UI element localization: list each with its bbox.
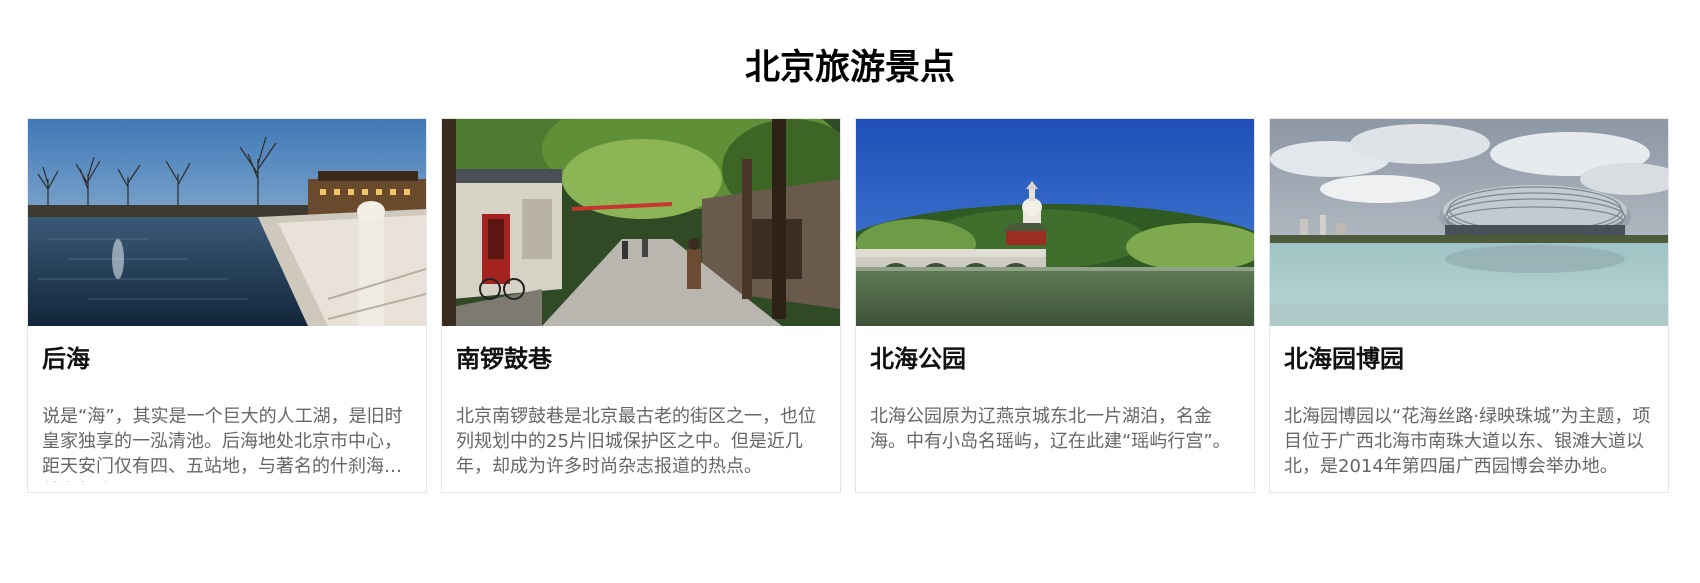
card-description: 北京南锣鼓巷是北京最古老的街区之一，也位列规划中的25片旧城保护区之中。但是近几… (456, 406, 816, 477)
card-description: 说是“海”，其实是一个巨大的人工湖，是旧时皇家独享的一泓清池。后海地处北京市中心… (42, 406, 403, 482)
card-beihai-expo-garden[interactable]: 北海园博园 北海园博园以“花海丝路·绿映珠城”为主题，项目位于广西北海市南珠大道… (1269, 118, 1669, 493)
card-description: 北海公园原为辽燕京城东北一片湖泊，名金海。中有小岛名瑶屿，辽在此建“瑶屿行宫”。 (870, 406, 1231, 452)
card-list: 后海 说是“海”，其实是一个巨大的人工湖，是旧时皇家独享的一泓清池。后海地处北京… (27, 118, 1673, 493)
page: 北京旅游景点 后海 说是“海”，其实是一个巨大的人工湖，是旧时皇家独享的一泓清池… (0, 0, 1700, 583)
card-nanluoguxiang[interactable]: 南锣鼓巷 北京南锣鼓巷是北京最古老的街区之一，也位列规划中的25片旧城保护区之中… (441, 118, 841, 493)
card-description: 北海园博园以“花海丝路·绿映珠城”为主题，项目位于广西北海市南珠大道以东、银滩大… (1284, 406, 1651, 477)
beihai-park-photo (856, 119, 1254, 326)
nanluoguxiang-street-photo (442, 119, 840, 326)
card-title: 北海公园 (870, 345, 966, 373)
houhai-lake-photo (28, 119, 426, 326)
card-title: 北海园博园 (1284, 345, 1404, 373)
page-title: 北京旅游景点 (744, 48, 955, 88)
card-title: 后海 (42, 345, 90, 373)
card-beihai-park[interactable]: 北海公园 北海公园原为辽燕京城东北一片湖泊，名金海。中有小岛名瑶屿，辽在此建“瑶… (855, 118, 1255, 493)
card-title: 南锣鼓巷 (456, 345, 552, 373)
card-houhai[interactable]: 后海 说是“海”，其实是一个巨大的人工湖，是旧时皇家独享的一泓清池。后海地处北京… (27, 118, 427, 493)
beihai-expo-garden-photo (1270, 119, 1668, 326)
